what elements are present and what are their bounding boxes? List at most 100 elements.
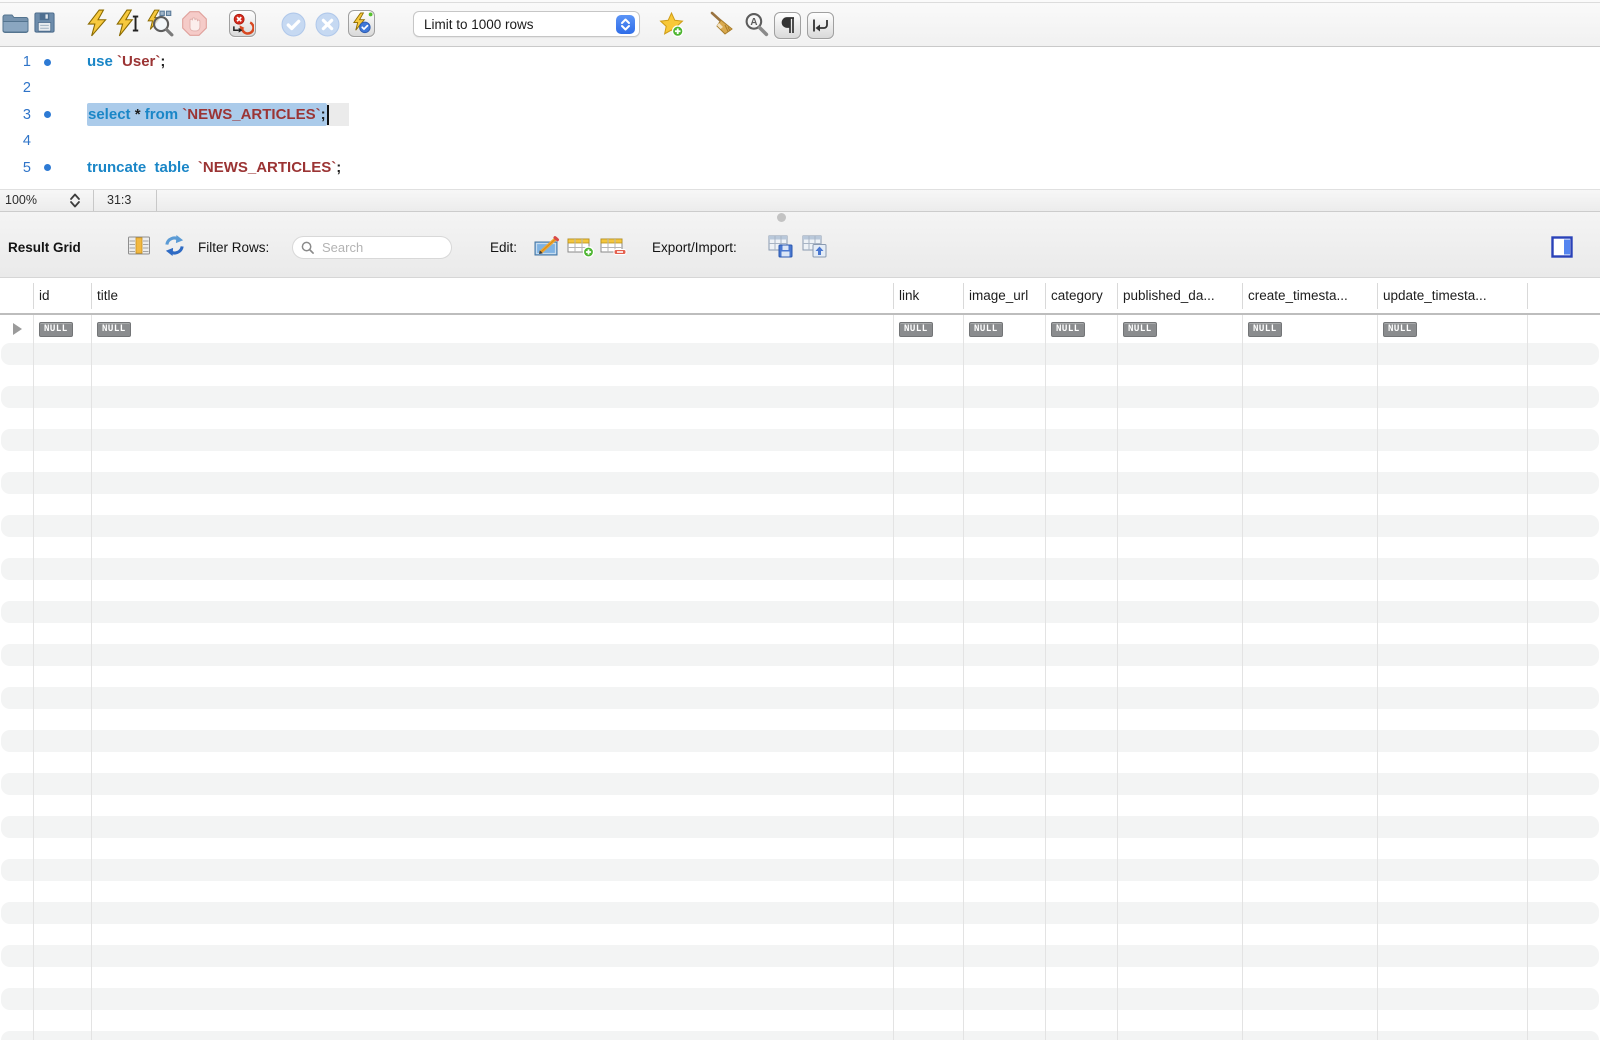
splitter-handle[interactable] [777,213,786,222]
find-icon[interactable]: A [744,12,769,42]
grid-row [1,687,1599,709]
code-token: table [154,158,190,176]
column-header-published_da[interactable]: published_da... [1123,278,1240,313]
edit-record-icon[interactable] [533,235,563,263]
column-header-category[interactable]: category [1051,278,1115,313]
limit-rows-dropdown[interactable]: Limit to 1000 rows [413,11,640,37]
filter-rows-label: Filter Rows: [198,240,270,255]
column-separator[interactable] [1045,283,1046,309]
refresh-icon[interactable] [163,234,186,262]
column-header-title[interactable]: title [97,278,891,313]
delete-row-icon[interactable] [600,236,628,263]
row-selector-arrow-icon[interactable] [13,323,22,335]
grid-column-line [1045,315,1046,1040]
grid-column-line [1527,315,1528,1040]
code-token: ; [336,158,342,176]
null-value-badge[interactable]: NULL [39,322,73,337]
null-value-badge[interactable]: NULL [1248,322,1282,337]
grid-row [1,945,1599,967]
column-separator[interactable] [963,283,964,309]
beautify-icon[interactable] [707,10,736,42]
statement-marker-dot [44,111,51,119]
statusbar-divider [156,190,157,211]
code-token: truncate [87,158,147,176]
grid-row [1,816,1599,838]
grid-row [1,580,1599,602]
null-value-badge[interactable]: NULL [1051,322,1085,337]
grid-row [1,451,1599,473]
search-input[interactable] [320,239,434,256]
null-value-badge[interactable]: NULL [1383,322,1417,337]
grid-row [1,1010,1599,1032]
sql-editor[interactable]: 1 use `User`; 2 3 select * from `NEWS_ARTICL… [0,47,1600,189]
null-value-badge[interactable]: NULL [97,322,131,337]
editor-statusbar: 100% 31:3 [0,189,1600,212]
code-token: `NEWS_ARTICLES` [197,158,337,176]
filter-search-field[interactable] [292,236,452,259]
stop-icon[interactable] [181,10,208,42]
add-favorite-icon[interactable] [658,11,685,43]
grid-column-line [893,315,894,1040]
edit-label: Edit: [490,240,518,255]
code-text: truncate table `NEWS_ARTICLES`; [87,155,341,181]
grid-row [1,623,1599,645]
null-value-badge[interactable]: NULL [899,322,933,337]
zoom-stepper-icon[interactable] [68,191,82,212]
grid-row [1,537,1599,559]
toggle-stop-on-error-icon[interactable] [229,10,256,37]
column-header-image_url[interactable]: image_url [969,278,1043,313]
column-separator[interactable] [1117,283,1118,309]
import-records-icon[interactable] [802,234,828,264]
export-import-label: Export/Import: [652,240,737,255]
grid-row [1,773,1599,795]
null-value-badge[interactable]: NULL [969,322,1003,337]
add-row-icon[interactable] [567,236,595,263]
commit-icon[interactable] [281,12,306,42]
execute-current-icon[interactable] [114,9,142,42]
main-toolbar: Limit to 1000 rows A [0,0,1600,47]
column-header-id[interactable]: id [39,278,89,313]
result-grid-toolbar: Result Grid Filter Rows: Edit: [0,212,1600,278]
rollback-icon[interactable] [315,12,340,42]
column-separator[interactable] [91,283,92,309]
column-separator[interactable] [893,283,894,309]
column-separator[interactable] [1527,283,1528,309]
show-invisibles-icon[interactable] [774,12,801,39]
column-separator[interactable] [1377,283,1378,309]
grid-row [1,429,1599,451]
open-file-icon[interactable] [2,13,29,39]
cursor-position: 31:3 [107,193,132,207]
export-recordset-icon[interactable] [768,234,794,264]
toggle-autocommit-icon[interactable] [348,10,375,37]
explain-plan-icon[interactable] [146,9,174,42]
editor-line: 3 select * from `NEWS_ARTICLES`; [0,102,1600,128]
grid-row [1,859,1599,881]
grid-row [1,709,1599,731]
limit-rows-value: Limit to 1000 rows [424,16,534,32]
column-header-update_timesta[interactable]: update_timesta... [1383,278,1525,313]
column-header-link[interactable]: link [899,278,961,313]
grid-row-new[interactable]: NULL NULL NULL NULL NULL NULL NULL NULL [0,315,1600,343]
grid-columns-icon[interactable] [127,235,151,261]
code-text: select * from `NEWS_ARTICLES`; [87,102,351,128]
grid-row [1,752,1599,774]
panel-toggle-icon[interactable] [1551,236,1573,263]
column-header-create_timesta[interactable]: create_timesta... [1248,278,1375,313]
null-value-badge[interactable]: NULL [1123,322,1157,337]
code-token: ; [320,106,326,124]
grid-row [1,365,1599,387]
column-separator[interactable] [1242,283,1243,309]
column-separator[interactable] [33,283,34,309]
save-icon[interactable] [33,11,56,39]
code-token: use [87,53,113,70]
zoom-level: 100% [5,193,37,207]
grid-body[interactable]: NULL NULL NULL NULL NULL NULL NULL NULL [0,315,1600,1040]
result-grid-title: Result Grid [8,240,81,255]
grid-row [1,558,1599,580]
toggle-wrap-icon[interactable] [807,12,834,39]
line-number: 2 [22,80,31,97]
grid-row [1,408,1599,430]
execute-icon[interactable] [84,9,110,42]
code-token: select [88,106,131,124]
grid-column-line [1242,315,1243,1040]
